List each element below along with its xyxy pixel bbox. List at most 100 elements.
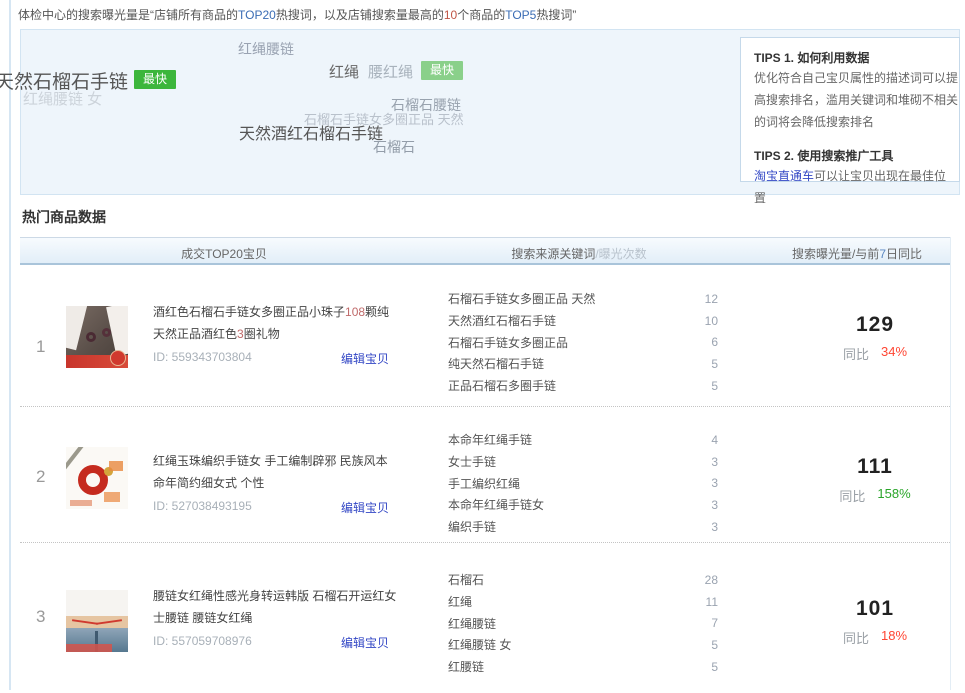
product-info: 酒红色石榴石手链女多圈正品小珠子108颗纯天然正品酒红色3圈礼物 ID: 559…: [153, 301, 399, 367]
tips-box: TIPS 1. 如何利用数据 优化符合自己宝贝属性的描述词可以提高搜索排名，滥用…: [740, 37, 960, 182]
keyword-count: 5: [711, 357, 718, 371]
title-num: 108: [345, 305, 365, 319]
keyword-row: 红腰链 5: [448, 656, 718, 678]
tips2-body: 淘宝直通车可以让宝贝出现在最佳位置: [754, 165, 958, 209]
keyword-list: 本命年红绳手链 4 女士手链 3 手工编织红绳 3 本命年红绳手链女 3 编织手链 3: [448, 429, 718, 537]
header-source-keywords: 搜索来源关键词/曝光次数: [511, 245, 646, 262]
keyword-row: 石榴石手链女多圈正品 天然 12: [448, 288, 718, 310]
table-row: 1 酒红色石榴石手链女多圈正品小珠子108颗纯天然正品酒红色3圈礼物 ID: 5…: [20, 265, 950, 407]
keyword-count: 7: [711, 616, 718, 630]
keyword-count: 12: [705, 292, 718, 306]
keyword-list: 石榴石 28 红绳 11 红绳腰链 7 红绳腰链 女 5 红腰链 5: [448, 569, 718, 677]
product-info: 红绳玉珠编织手链女 手工编制辟邪 民族风本命年简约细女式 个性 ID: 5270…: [153, 450, 399, 516]
cloud-word: 红绳腰链: [238, 39, 294, 59]
header-exposure: 搜索曝光量/与前7日同比: [792, 245, 922, 262]
intro-seg: 个商品的: [457, 8, 505, 22]
edit-item-link[interactable]: 编辑宝贝: [341, 350, 399, 367]
keyword-row: 编织手链 3: [448, 516, 718, 538]
product-image[interactable]: [66, 447, 128, 509]
rank-number: 3: [36, 607, 45, 627]
tips1-body: 优化符合自己宝贝属性的描述词可以提高搜索排名，滥用关键词和堆砌不相关的词将会降低…: [754, 67, 958, 133]
product-title: 腰链女红绳性感光身转运韩版 石榴石开运红女士腰链 腰链女红绳: [153, 585, 399, 629]
product-image[interactable]: [66, 590, 128, 652]
keyword-row: 本命年红绳手链 4: [448, 429, 718, 451]
page-left-border: [9, 0, 11, 690]
keyword-text: 石榴石手链女多圈正品: [448, 334, 568, 351]
header-top20-items: 成交TOP20宝贝: [181, 245, 267, 262]
title-seg: 酒红色石榴石手链女多圈正品小珠子: [153, 305, 345, 319]
cloud-word: 石榴石: [373, 137, 415, 157]
edit-item-link[interactable]: 编辑宝贝: [341, 634, 399, 651]
keyword-row: 石榴石 28: [448, 569, 718, 591]
keyword-count: 11: [706, 595, 718, 609]
keyword-count: 3: [711, 476, 718, 490]
keyword-count: 3: [711, 520, 718, 534]
keyword-row: 红绳腰链 女 5: [448, 634, 718, 656]
yoy-label: 同比: [839, 486, 865, 505]
header-keywords-sub: /曝光次数: [595, 247, 646, 261]
product-title: 红绳玉珠编织手链女 手工编制辟邪 民族风本命年简约细女式 个性: [153, 450, 399, 494]
keyword-text: 女士手链: [448, 453, 496, 470]
cloud-word: 红绳: [329, 61, 359, 82]
yoy-label: 同比: [843, 344, 869, 363]
table-row: 3 腰链女红绳性感光身转运韩版 石榴石开运红女士腰链 腰链女红绳 ID: 557…: [20, 543, 950, 693]
fastest-badge: 最快: [421, 61, 463, 80]
keyword-count: 10: [705, 314, 718, 328]
exposure-total: 129 同比 34%: [790, 313, 960, 363]
tips1-title: TIPS 1. 如何利用数据: [754, 49, 959, 67]
rank-number: 1: [36, 337, 45, 357]
table-header: 成交TOP20宝贝 搜索来源关键词/曝光次数 搜索曝光量/与前7日同比: [20, 237, 950, 265]
keyword-row: 红绳腰链 7: [448, 612, 718, 634]
keyword-text: 石榴石手链女多圈正品 天然: [448, 290, 595, 307]
keyword-list: 石榴石手链女多圈正品 天然12 天然酒红石榴石手链10 石榴石手链女多圈正品6 …: [448, 288, 718, 396]
keyword-row: 天然酒红石榴石手链 10: [448, 310, 718, 332]
intro-10: 10: [444, 8, 457, 22]
rank-number: 2: [36, 467, 45, 487]
exposure-value: 101: [790, 597, 960, 621]
intro-top20: TOP20: [238, 8, 276, 22]
yoy-label: 同比: [843, 628, 869, 647]
product-title: 酒红色石榴石手链女多圈正品小珠子108颗纯天然正品酒红色3圈礼物: [153, 301, 399, 345]
exposure-value: 111: [790, 455, 960, 479]
keyword-text: 本命年红绳手链: [448, 431, 532, 448]
product-id: ID: 557059708976: [153, 634, 252, 651]
product-image[interactable]: [66, 306, 128, 368]
keyword-text: 天然酒红石榴石手链: [448, 312, 556, 329]
product-id: ID: 559343703804: [153, 350, 252, 367]
title-seg: 圈礼物: [244, 327, 280, 341]
keyword-count: 3: [711, 498, 718, 512]
keyword-row: 石榴石手链女多圈正品 6: [448, 331, 718, 353]
keyword-count: 5: [711, 660, 718, 674]
intro-text: 体检中心的搜索曝光量是“店铺所有商品的TOP20热搜词，以及店铺搜索量最高的10…: [18, 6, 576, 23]
keyword-text: 红绳腰链: [448, 615, 496, 632]
intro-seg: 热搜词，以及店铺搜索量最高的: [276, 8, 444, 22]
keyword-text: 红绳腰链 女: [448, 636, 511, 653]
keyword-text: 编织手链: [448, 518, 496, 535]
keyword-text: 本命年红绳手链女: [448, 496, 544, 513]
exposure-value: 129: [790, 313, 960, 337]
product-info: 腰链女红绳性感光身转运韩版 石榴石开运红女士腰链 腰链女红绳 ID: 55705…: [153, 585, 399, 651]
section-title: 热门商品数据: [22, 207, 106, 227]
hot-products-table: 成交TOP20宝贝 搜索来源关键词/曝光次数 搜索曝光量/与前7日同比 1 酒红…: [20, 237, 950, 693]
yoy-percent: 34%: [881, 344, 907, 363]
keyword-count: 5: [711, 638, 718, 652]
keyword-count: 6: [711, 335, 718, 349]
edit-item-link[interactable]: 编辑宝贝: [341, 499, 399, 516]
table-row: 2 红绳玉珠编织手链女 手工编制辟邪 民族风本命年简约细女式 个性 ID: 52…: [20, 407, 950, 543]
keyword-count: 4: [711, 433, 718, 447]
intro-seg: 热搜词”: [536, 8, 576, 22]
keyword-row: 手工编织红绳 3: [448, 472, 718, 494]
keyword-text: 手工编织红绳: [448, 475, 520, 492]
keyword-text: 红腰链: [448, 658, 484, 675]
cloud-word: 腰红绳: [368, 61, 413, 82]
keyword-text: 石榴石: [448, 571, 484, 588]
zhitongche-link[interactable]: 淘宝直通车: [754, 169, 814, 183]
exposure-total: 111 同比158%: [790, 455, 960, 505]
keyword-row: 正品石榴石多圈手链5: [448, 375, 718, 397]
keyword-text: 正品石榴石多圈手链: [448, 377, 556, 394]
keyword-row: 本命年红绳手链女 3: [448, 494, 718, 516]
keyword-text: 红绳: [448, 593, 472, 610]
keyword-count: 28: [705, 573, 718, 587]
yoy-percent: 18%: [881, 628, 907, 647]
cloud-word: 红绳腰链 女: [23, 88, 102, 109]
